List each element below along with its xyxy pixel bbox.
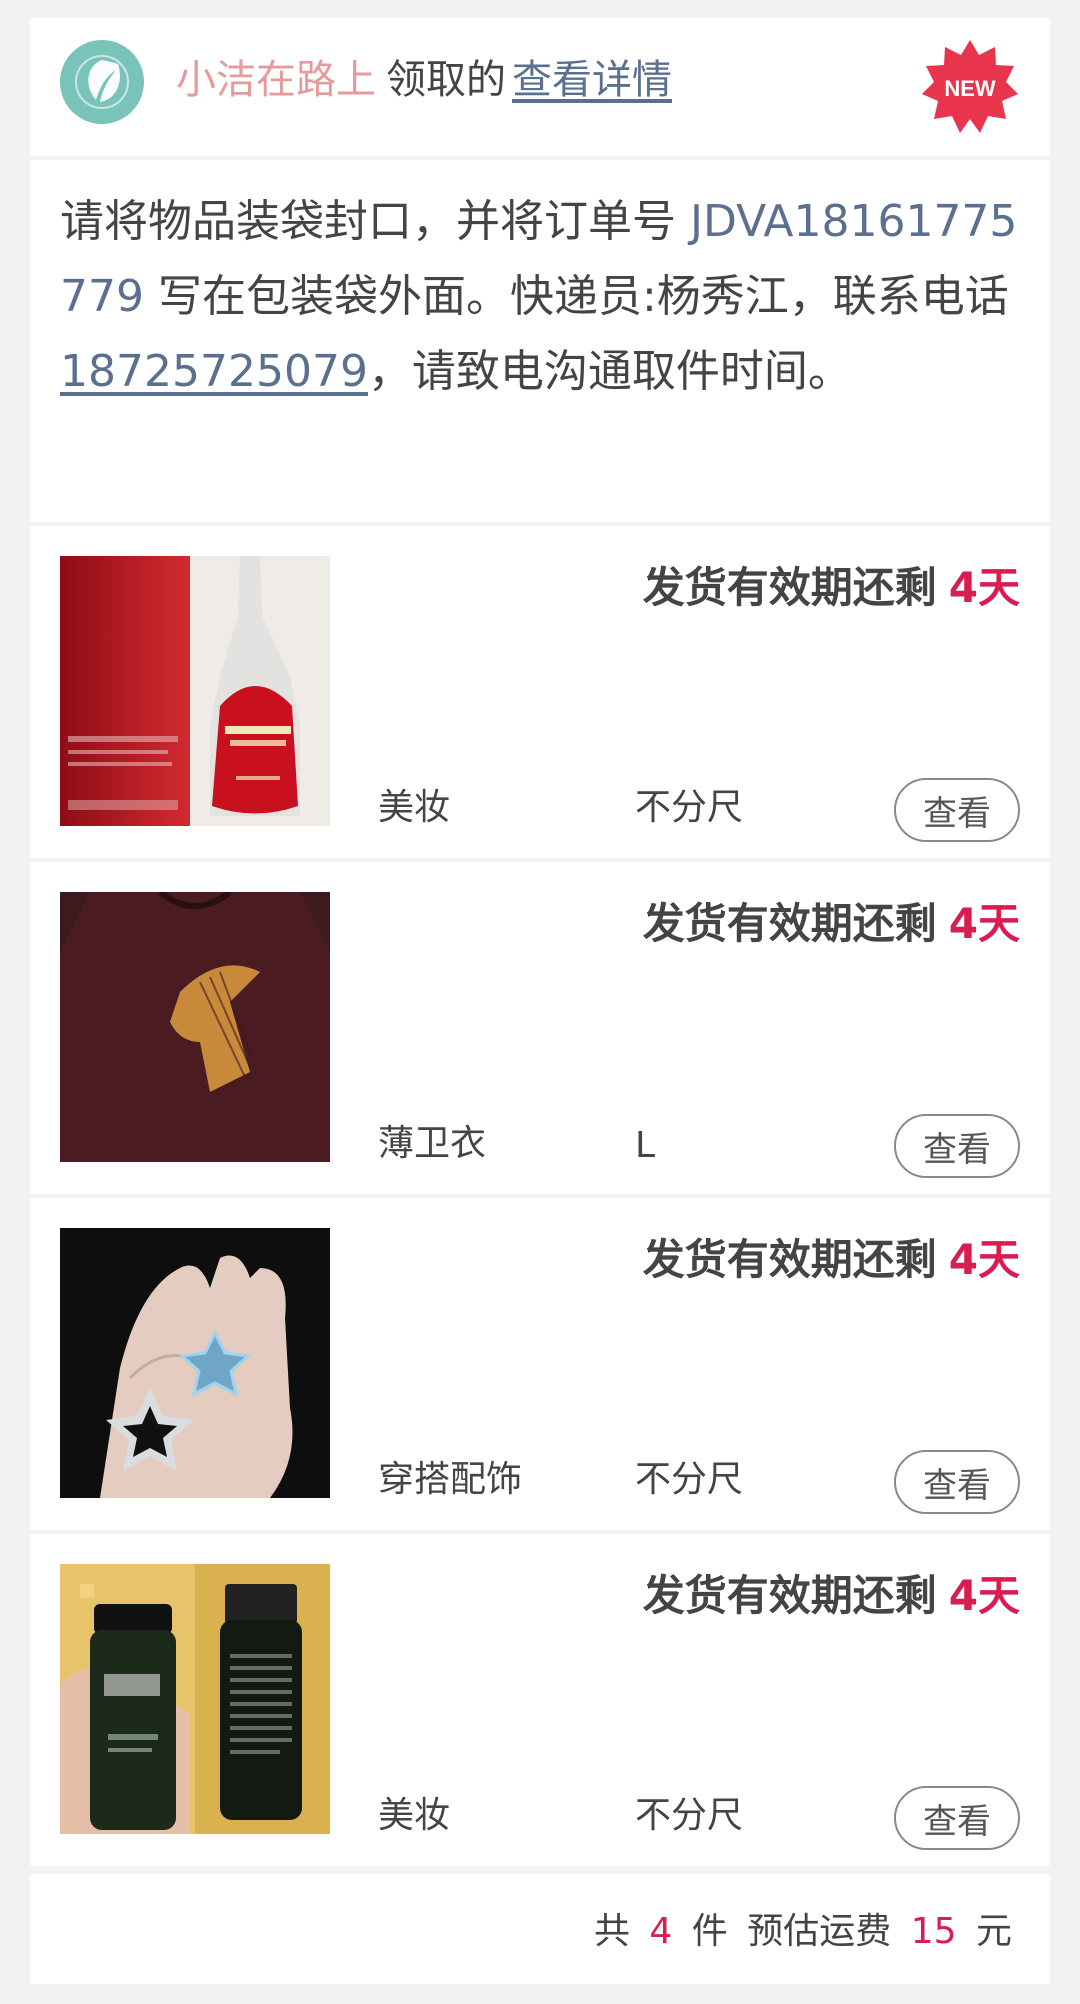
item-size: 不分尺 <box>635 787 744 828</box>
notice-middle: 写在包装袋外面。快递员:杨秀江，联系电话 <box>143 271 1009 322</box>
shipping-notice: 请将物品装袋封口，并将订单号 JDVA18161775779 写在包装袋外面。快… <box>30 160 1050 522</box>
new-badge-label: NEW <box>944 76 996 101</box>
product-image-red-serum[interactable] <box>60 556 330 826</box>
item-category: 穿搭配饰 <box>378 1459 523 1500</box>
order-summary: 共 4 件 预估运费 15 元 <box>30 1874 1050 1984</box>
item-size: 不分尺 <box>635 1795 744 1836</box>
shipping-deadline: 发货有效期还剩 4天 <box>643 890 1020 951</box>
deadline-days: 4天 <box>948 1571 1020 1620</box>
item-size: 不分尺 <box>635 1459 744 1500</box>
shipping-deadline: 发货有效期还剩 4天 <box>643 554 1020 615</box>
fee-unit: 元 <box>975 1911 1012 1952</box>
new-burst-icon: NEW <box>922 40 1018 133</box>
list-item: 发货有效期还剩 4天 穿搭配饰 不分尺 查看 <box>30 1198 1050 1530</box>
item-category: 美妆 <box>378 1795 451 1836</box>
view-button[interactable]: 查看 <box>894 1114 1020 1178</box>
deadline-label: 发货有效期还剩 <box>642 563 937 612</box>
fee-label: 预估运费 <box>747 1911 892 1952</box>
shipping-fee: 15 <box>910 1911 957 1952</box>
notice-prefix: 请将物品装袋封口，并将订单号 <box>60 196 690 247</box>
summary-text: 共 4 件 预估运费 15 元 <box>594 1902 1020 1954</box>
header-line: 小洁在路上 领取的 查看详情 <box>176 48 672 112</box>
avatar[interactable] <box>60 40 144 124</box>
notice-suffix: ，请致电沟通取件时间。 <box>367 346 852 397</box>
user-name[interactable]: 小洁在路上 <box>176 57 376 103</box>
list-item: 发货有效期还剩 4天 美妆 不分尺 查看 <box>30 526 1050 858</box>
total-prefix: 共 <box>593 1911 630 1952</box>
deadline-label: 发货有效期还剩 <box>642 899 937 948</box>
deadline-label: 发货有效期还剩 <box>642 1571 937 1620</box>
receiver-header: 小洁在路上 领取的 查看详情 NEW <box>30 18 1050 156</box>
courier-phone-link[interactable]: 18725725079 <box>60 346 368 397</box>
list-item: 发货有效期还剩 4天 薄卫衣 L 查看 <box>30 862 1050 1194</box>
deadline-days: 4天 <box>948 1235 1020 1284</box>
action-text: 领取的 <box>386 57 506 103</box>
item-category: 薄卫衣 <box>378 1123 487 1164</box>
deadline-days: 4天 <box>948 563 1020 612</box>
product-image-horse-sweater[interactable] <box>60 892 330 1162</box>
product-image-star-ring[interactable] <box>60 1228 330 1498</box>
deadline-label: 发货有效期还剩 <box>642 1235 937 1284</box>
list-item: 发货有效期还剩 4天 美妆 不分尺 查看 <box>30 1534 1050 1866</box>
count-unit: 件 <box>691 1911 728 1952</box>
notice-text: 请将物品装袋封口，并将订单号 JDVA18161775779 写在包装袋外面。快… <box>60 184 1020 409</box>
item-count: 4 <box>649 1911 673 1952</box>
view-button[interactable]: 查看 <box>894 1450 1020 1514</box>
product-image-oil-bottles[interactable] <box>60 1564 330 1834</box>
new-badge: NEW <box>920 38 1020 138</box>
item-size: L <box>635 1125 656 1166</box>
view-details-link[interactable]: 查看详情 <box>512 57 672 103</box>
shipping-deadline: 发货有效期还剩 4天 <box>643 1562 1020 1623</box>
view-button[interactable]: 查看 <box>894 1786 1020 1850</box>
item-category: 美妆 <box>378 787 451 828</box>
shipping-deadline: 发货有效期还剩 4天 <box>643 1226 1020 1287</box>
view-button[interactable]: 查看 <box>894 778 1020 842</box>
leaf-icon <box>75 55 129 109</box>
deadline-days: 4天 <box>948 899 1020 948</box>
